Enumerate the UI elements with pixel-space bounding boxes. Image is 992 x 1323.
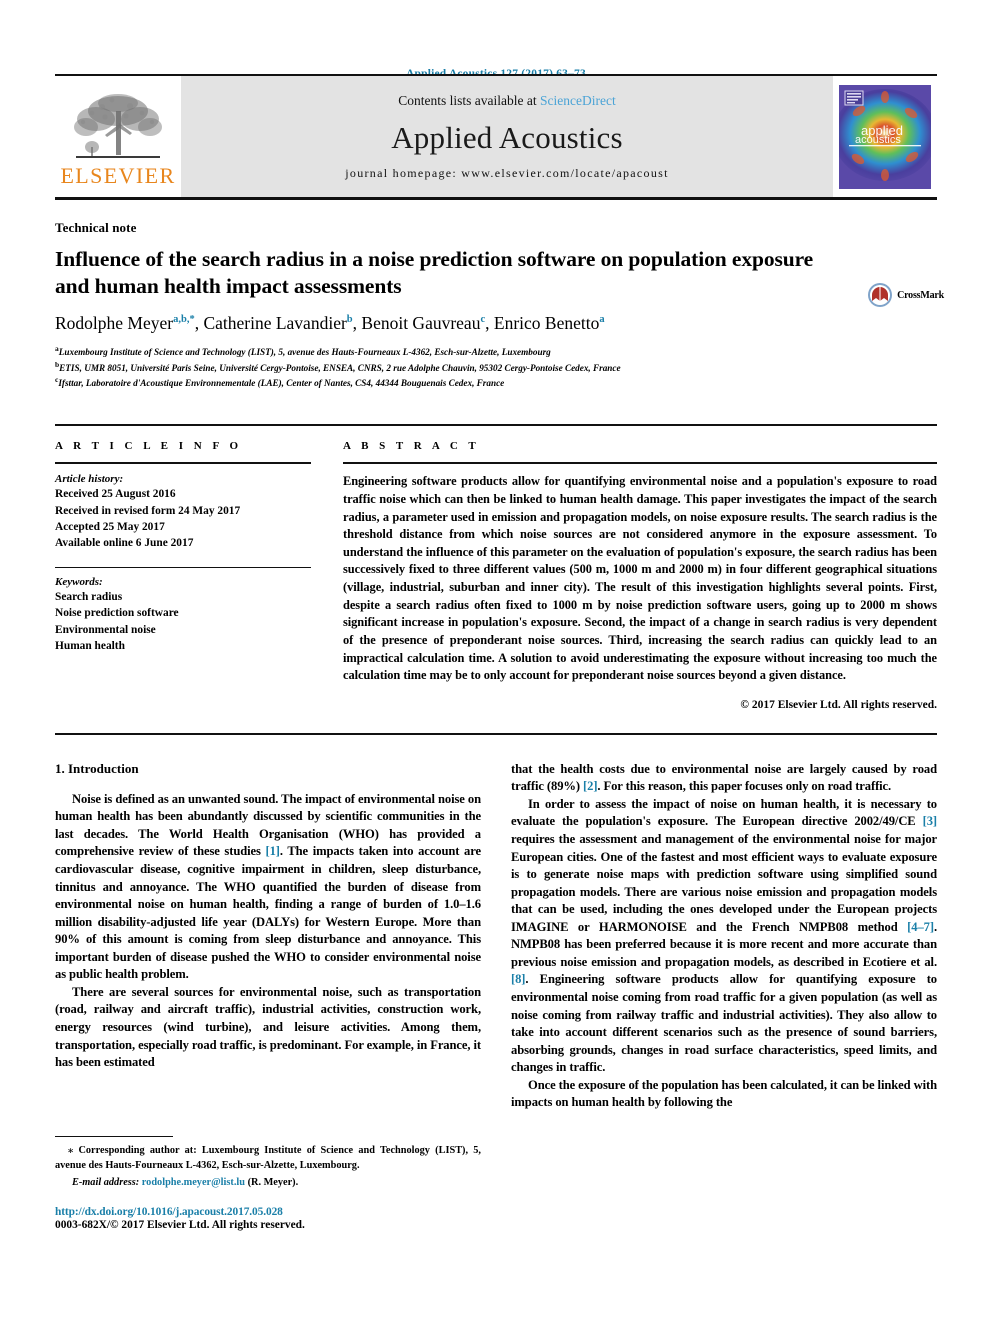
- journal-cover-thumbnail: applied acoustics: [833, 76, 937, 197]
- citation-link[interactable]: [3]: [923, 814, 937, 828]
- corresponding-author-mark: ⁎: [68, 1144, 74, 1156]
- author-entry: Enrico Benettoa: [494, 313, 605, 333]
- history-item: Accepted 25 May 2017: [55, 520, 165, 533]
- author-list: Rodolphe Meyera,b,*, Catherine Lavandier…: [55, 313, 605, 334]
- article-info-heading: A R T I C L E I N F O: [55, 440, 243, 453]
- author-name: Benoit Gauvreau: [361, 313, 481, 334]
- paragraph: In order to assess the impact of noise o…: [511, 796, 937, 1075]
- affiliation-item: aLuxembourg Institute of Science and Tec…: [55, 344, 937, 359]
- article-type-label: Technical note: [55, 220, 137, 235]
- email-link[interactable]: rodolphe.meyer@list.lu: [142, 1177, 245, 1188]
- corresponding-author-note: ⁎ Corresponding author at: Luxembourg In…: [55, 1144, 481, 1174]
- cover-title-line2: acoustics: [855, 134, 901, 146]
- journal-homepage-link[interactable]: journal homepage: www.elsevier.com/locat…: [345, 166, 668, 181]
- elsevier-tree-icon: [74, 93, 162, 158]
- author-affil-marks: a,b,*: [173, 314, 195, 326]
- info-abstract-row: A R T I C L E I N F O Article history: R…: [55, 424, 937, 711]
- corresponding-author-text: Corresponding author at: Luxembourg Inst…: [55, 1144, 482, 1171]
- footnote-area: ⁎ Corresponding author at: Luxembourg In…: [55, 1135, 481, 1231]
- author-name: Enrico Benetto: [493, 313, 600, 334]
- body-column-left: 1. Introduction Noise is defined as an u…: [55, 761, 481, 1231]
- crossmark-badge[interactable]: CrossMark: [867, 282, 944, 308]
- crossmark-icon: [868, 283, 893, 307]
- abstract-block: A B S T R A C T Engineering software pro…: [333, 426, 937, 711]
- sciencedirect-link[interactable]: ScienceDirect: [540, 93, 616, 108]
- author-entry: Catherine Lavandierb: [203, 313, 352, 333]
- abstract-heading: A B S T R A C T: [343, 440, 480, 453]
- paper-page: Applied Acoustics 127 (2017) 63–73 ELSEV…: [0, 0, 992, 1323]
- keywords-label: Keywords:: [55, 576, 103, 589]
- citation-link[interactable]: [1]: [265, 844, 279, 858]
- author-affil-marks: c: [480, 314, 486, 326]
- issn-copyright-line: 0003-682X/© 2017 Elsevier Ltd. All right…: [55, 1218, 305, 1231]
- article-info-block: A R T I C L E I N F O Article history: R…: [55, 426, 333, 710]
- body-column-right: that the health costs due to environment…: [511, 761, 937, 1231]
- journal-masthead: ELSEVIER Contents lists available at Sci…: [55, 74, 937, 200]
- history-item: Received 25 August 2016: [55, 488, 176, 501]
- abstract-text: Engineering software products allow for …: [343, 474, 937, 683]
- section-heading-introduction: 1. Introduction: [55, 760, 139, 776]
- article-history-label: Article history:: [55, 473, 124, 486]
- keyword-item: Search radius: [55, 591, 123, 604]
- affiliation-item: bETIS, UMR 8051, Université Paris Seine,…: [55, 360, 937, 375]
- paragraph: that the health costs due to environment…: [511, 761, 937, 794]
- email-note: E-mail address: rodolphe.meyer@list.lu (…: [55, 1177, 481, 1188]
- journal-title: Applied Acoustics: [391, 119, 623, 155]
- email-label: E-mail address:: [72, 1176, 140, 1188]
- contents-list-line: Contents lists available at ScienceDirec…: [398, 93, 615, 109]
- history-item: Available online 6 June 2017: [55, 536, 194, 549]
- affiliation-list: aLuxembourg Institute of Science and Tec…: [55, 344, 937, 390]
- running-head: Applied Acoustics 127 (2017) 63–73: [406, 68, 586, 80]
- author-name: Rodolphe Meyer: [55, 313, 174, 334]
- page-title: Influence of the search radius in a nois…: [55, 247, 814, 298]
- doi-link[interactable]: http://dx.doi.org/10.1016/j.apacoust.201…: [55, 1206, 481, 1218]
- affiliation-text: Luxembourg Institute of Science and Tech…: [58, 347, 551, 358]
- divider: [55, 732, 937, 735]
- crossmark-label: CrossMark: [897, 289, 944, 301]
- masthead-center: Contents lists available at ScienceDirec…: [181, 76, 833, 197]
- copyright-line: © 2017 Elsevier Ltd. All rights reserved…: [740, 698, 937, 711]
- author-entry: Rodolphe Meyera,b,*: [55, 313, 195, 333]
- author-name: Catherine Lavandier: [203, 313, 347, 334]
- citation-link[interactable]: [2]: [583, 779, 597, 793]
- affiliation-item: cIfsttar, Laboratoire d'Acoustique Envir…: [55, 375, 937, 390]
- affiliation-text: Ifsttar, Laboratoire d'Acoustique Enviro…: [58, 378, 505, 389]
- publisher-logo: ELSEVIER: [55, 76, 181, 197]
- journal-cover-icon: applied acoustics: [839, 84, 931, 189]
- author-entry: Benoit Gauvreauc: [361, 313, 485, 333]
- paragraph: Noise is defined as an unwanted sound. T…: [55, 791, 481, 982]
- elsevier-wordmark: ELSEVIER: [60, 162, 176, 188]
- keyword-item: Environmental noise: [55, 623, 156, 636]
- divider: [55, 462, 311, 465]
- divider: [343, 462, 937, 465]
- history-item: Received in revised form 24 May 2017: [55, 504, 241, 517]
- email-suffix: (R. Meyer).: [247, 1176, 299, 1188]
- affiliation-text: ETIS, UMR 8051, Université Paris Seine, …: [59, 362, 621, 373]
- contents-prefix: Contents lists available at: [398, 92, 540, 108]
- author-affil-marks: a: [599, 314, 605, 326]
- divider: [55, 567, 311, 569]
- body-columns: 1. Introduction Noise is defined as an u…: [55, 761, 937, 1231]
- keyword-item: Noise prediction software: [55, 607, 179, 620]
- citation-link[interactable]: [4–7]: [907, 920, 934, 934]
- paragraph: There are several sources for environmen…: [55, 984, 481, 1070]
- doi-block: http://dx.doi.org/10.1016/j.apacoust.201…: [55, 1206, 481, 1231]
- paragraph: Once the exposure of the population has …: [511, 1077, 937, 1110]
- author-affil-marks: b: [346, 314, 353, 326]
- footnote-divider: [55, 1135, 173, 1137]
- citation-link[interactable]: [8]: [511, 972, 525, 986]
- keyword-item: Human health: [55, 639, 125, 652]
